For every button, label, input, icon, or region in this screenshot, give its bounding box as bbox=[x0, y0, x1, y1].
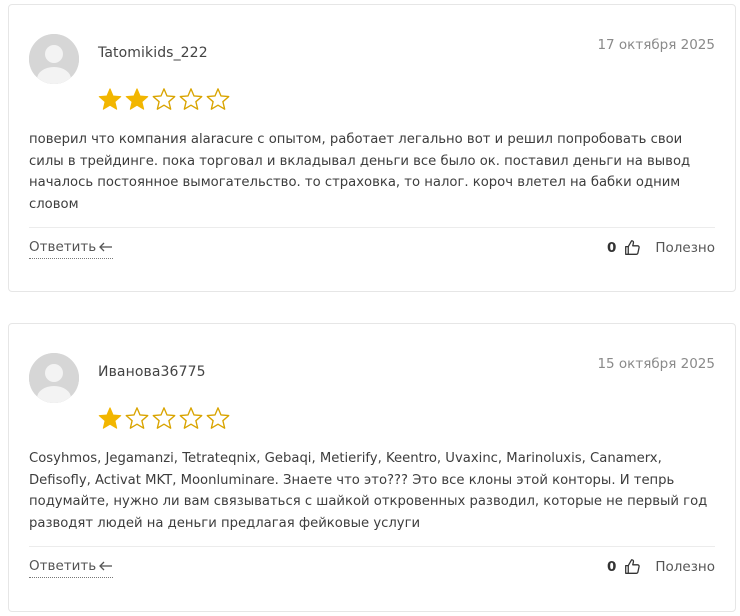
helpful-vote: 0 Полезно bbox=[607, 239, 715, 256]
like-count: 0 bbox=[606, 558, 617, 575]
star-filled-icon bbox=[125, 88, 149, 110]
avatar bbox=[29, 34, 79, 84]
rating-stars bbox=[97, 406, 231, 431]
avatar bbox=[29, 353, 79, 403]
reply-label: Ответить bbox=[29, 558, 97, 574]
reply-label: Ответить bbox=[29, 239, 97, 255]
reply-button[interactable]: Ответить bbox=[29, 239, 114, 259]
reply-arrow-icon bbox=[99, 561, 113, 571]
divider bbox=[29, 227, 715, 228]
review-card: Tatomikids_222 17 октября 2025 поверил ч… bbox=[8, 4, 736, 292]
star-empty-icon bbox=[206, 407, 230, 429]
divider bbox=[29, 546, 715, 547]
star-empty-icon bbox=[152, 88, 176, 110]
star-filled-icon bbox=[98, 407, 122, 429]
star-empty-icon bbox=[179, 407, 203, 429]
review-date: 17 октября 2025 bbox=[597, 37, 715, 53]
useful-button[interactable]: Полезно bbox=[655, 240, 715, 256]
helpful-vote: 0 Полезно bbox=[607, 558, 715, 575]
star-empty-icon bbox=[206, 88, 230, 110]
star-empty-icon bbox=[152, 407, 176, 429]
review-card: Иванова36775 15 октября 2025 Cosyhmos, J… bbox=[8, 323, 736, 612]
thumbs-up-icon[interactable] bbox=[624, 558, 641, 575]
star-empty-icon bbox=[179, 88, 203, 110]
star-empty-icon bbox=[125, 407, 149, 429]
thumbs-up-icon[interactable] bbox=[624, 239, 641, 256]
reply-arrow-icon bbox=[99, 242, 113, 252]
review-text: Cosyhmos, Jegamanzi, Tetrateqnix, Gebaqi… bbox=[29, 451, 708, 531]
rating-stars bbox=[97, 87, 231, 112]
like-count: 0 bbox=[606, 239, 617, 256]
review-author[interactable]: Иванова36775 bbox=[98, 364, 206, 380]
useful-button[interactable]: Полезно bbox=[655, 559, 715, 575]
review-text: поверил что компания alaracure с опытом,… bbox=[29, 132, 691, 212]
reply-button[interactable]: Ответить bbox=[29, 558, 114, 578]
review-author[interactable]: Tatomikids_222 bbox=[98, 45, 208, 61]
review-date: 15 октября 2025 bbox=[597, 356, 715, 372]
star-filled-icon bbox=[98, 88, 122, 110]
